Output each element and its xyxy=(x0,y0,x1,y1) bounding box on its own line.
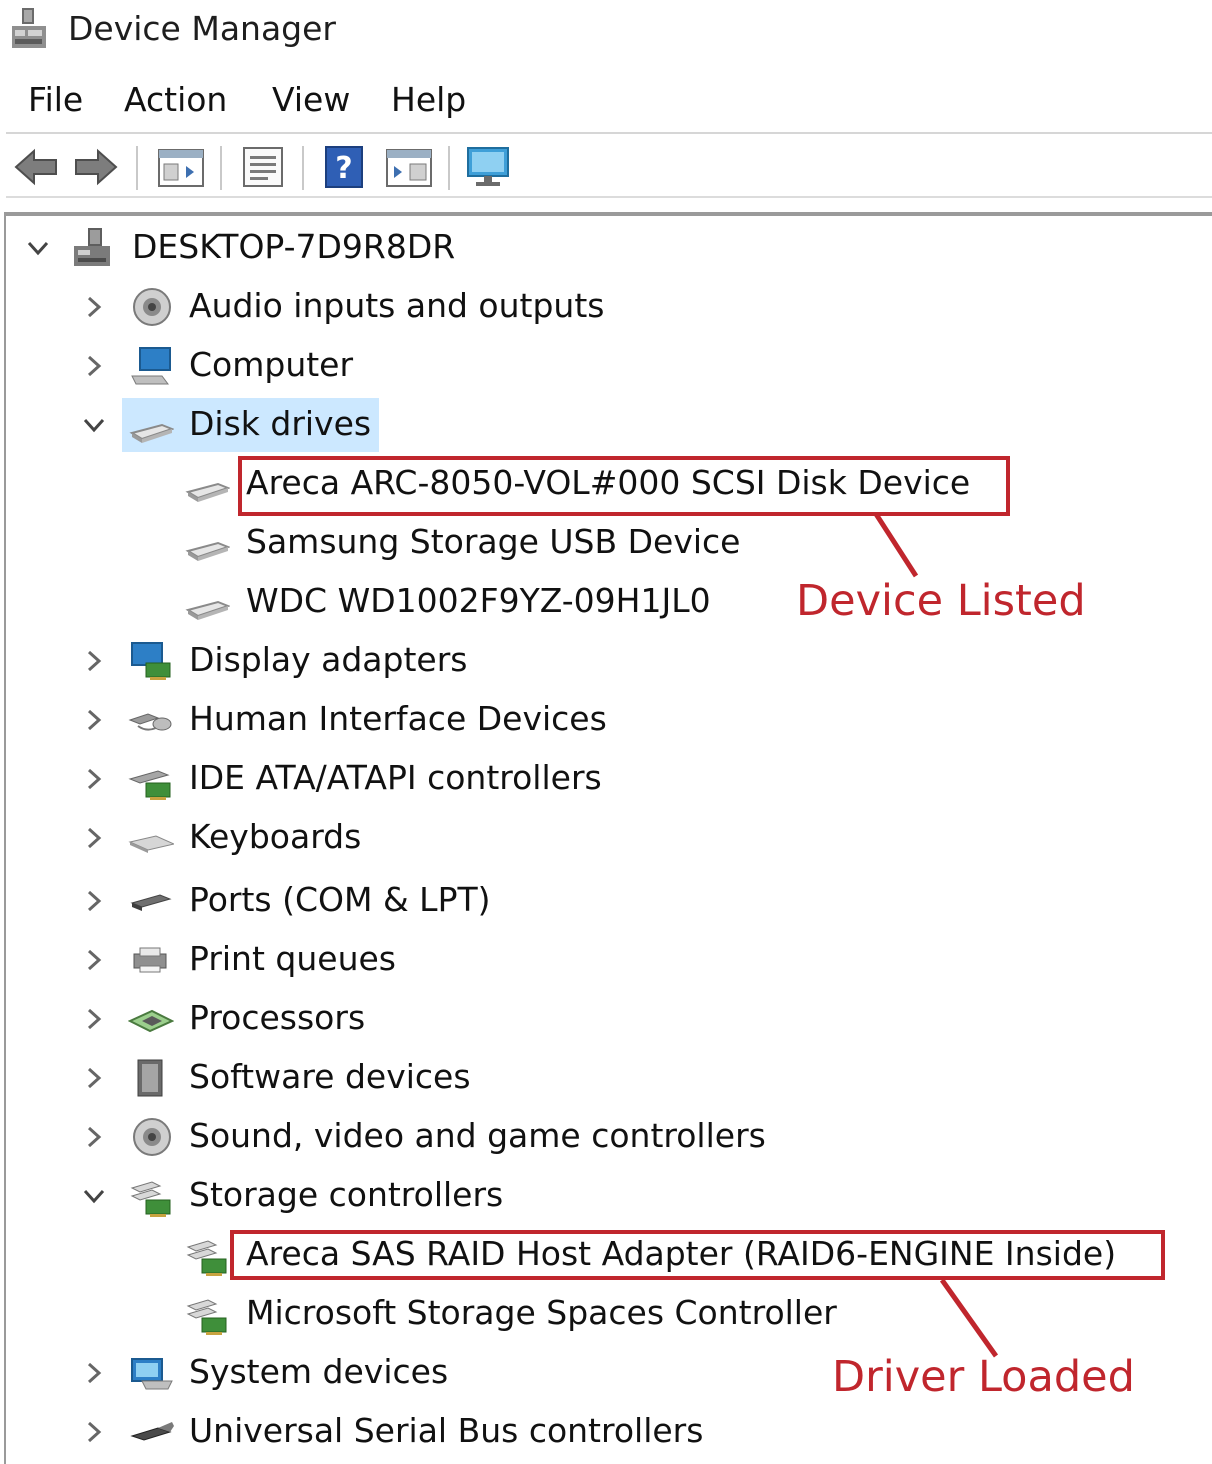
driver-loaded-pointer xyxy=(939,1278,999,1358)
driver-loaded-annotation: Driver Loaded xyxy=(832,1352,1135,1402)
device-listed-annotation: Device Listed xyxy=(796,576,1086,626)
device-listed-pointer xyxy=(873,512,919,578)
annotation-arrows xyxy=(873,512,999,1358)
